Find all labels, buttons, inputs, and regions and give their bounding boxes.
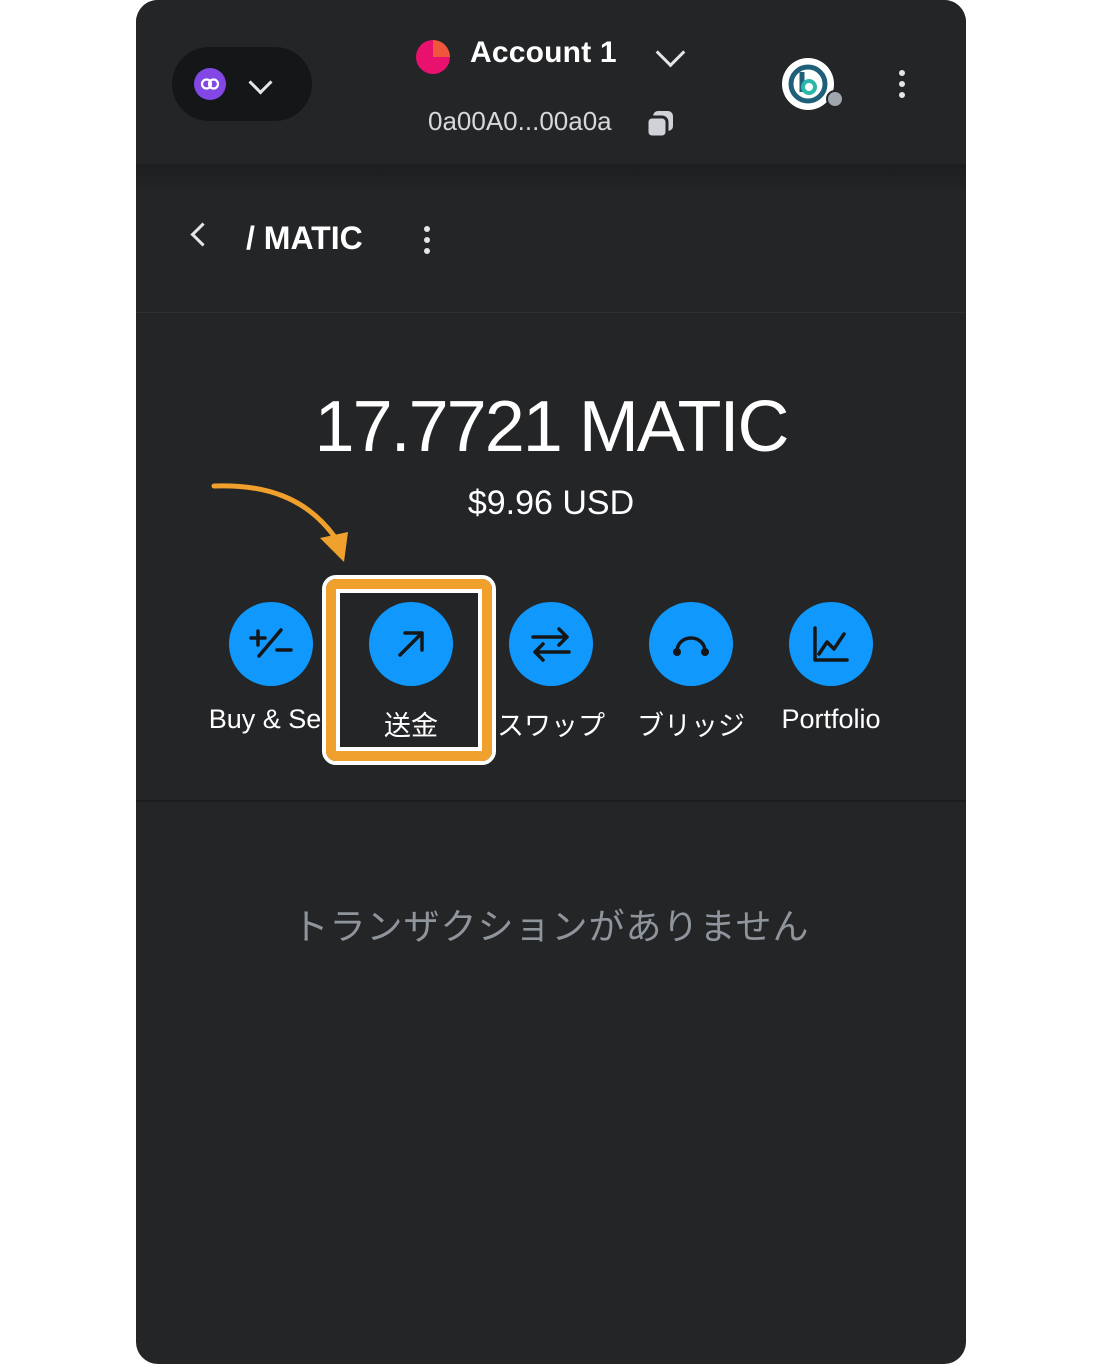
- app-header: Account 1 0a00A0...00a0a: [136, 0, 966, 164]
- wallet-popup: Account 1 0a00A0...00a0a / MATIC 17.7721…: [136, 0, 966, 1364]
- account-chevron-icon[interactable]: [655, 37, 686, 68]
- swap-arrows-icon: [509, 602, 593, 686]
- section-divider: [136, 800, 966, 802]
- divider: [136, 312, 966, 313]
- bridge-icon: [649, 602, 733, 686]
- plus-minus-icon: [229, 602, 313, 686]
- swap-label: スワップ: [497, 711, 605, 741]
- chart-line-icon: [789, 602, 873, 686]
- token-balance: 17.7721 MATIC: [314, 387, 790, 467]
- back-icon[interactable]: [190, 222, 215, 247]
- account-avatar[interactable]: [416, 40, 450, 74]
- bridge-label: ブリッジ: [637, 711, 745, 741]
- token-options-icon[interactable]: [424, 226, 430, 259]
- empty-transactions-text: トランザクションがありません: [292, 906, 810, 947]
- header-shadow: [136, 164, 966, 196]
- buy-sell-label: Buy & Sell: [208, 704, 334, 734]
- token-title: / MATIC: [246, 220, 363, 256]
- swap-button[interactable]: スワップ: [481, 602, 621, 743]
- copy-icon[interactable]: [644, 108, 676, 145]
- account-address[interactable]: 0a00A0...00a0a: [428, 106, 612, 137]
- annotation-arrow-icon: [211, 483, 348, 562]
- connection-status-dot: [826, 90, 844, 108]
- portfolio-button[interactable]: Portfolio: [761, 602, 901, 735]
- menu-icon[interactable]: [899, 70, 905, 103]
- buy-sell-button[interactable]: Buy & Sell: [201, 602, 341, 735]
- account-name[interactable]: Account 1: [470, 36, 617, 70]
- highlight-frame-inner: [336, 589, 482, 751]
- portfolio-label: Portfolio: [781, 704, 881, 734]
- network-selector[interactable]: [172, 47, 312, 121]
- polygon-icon: [194, 68, 226, 100]
- bridge-button[interactable]: ブリッジ: [621, 602, 761, 743]
